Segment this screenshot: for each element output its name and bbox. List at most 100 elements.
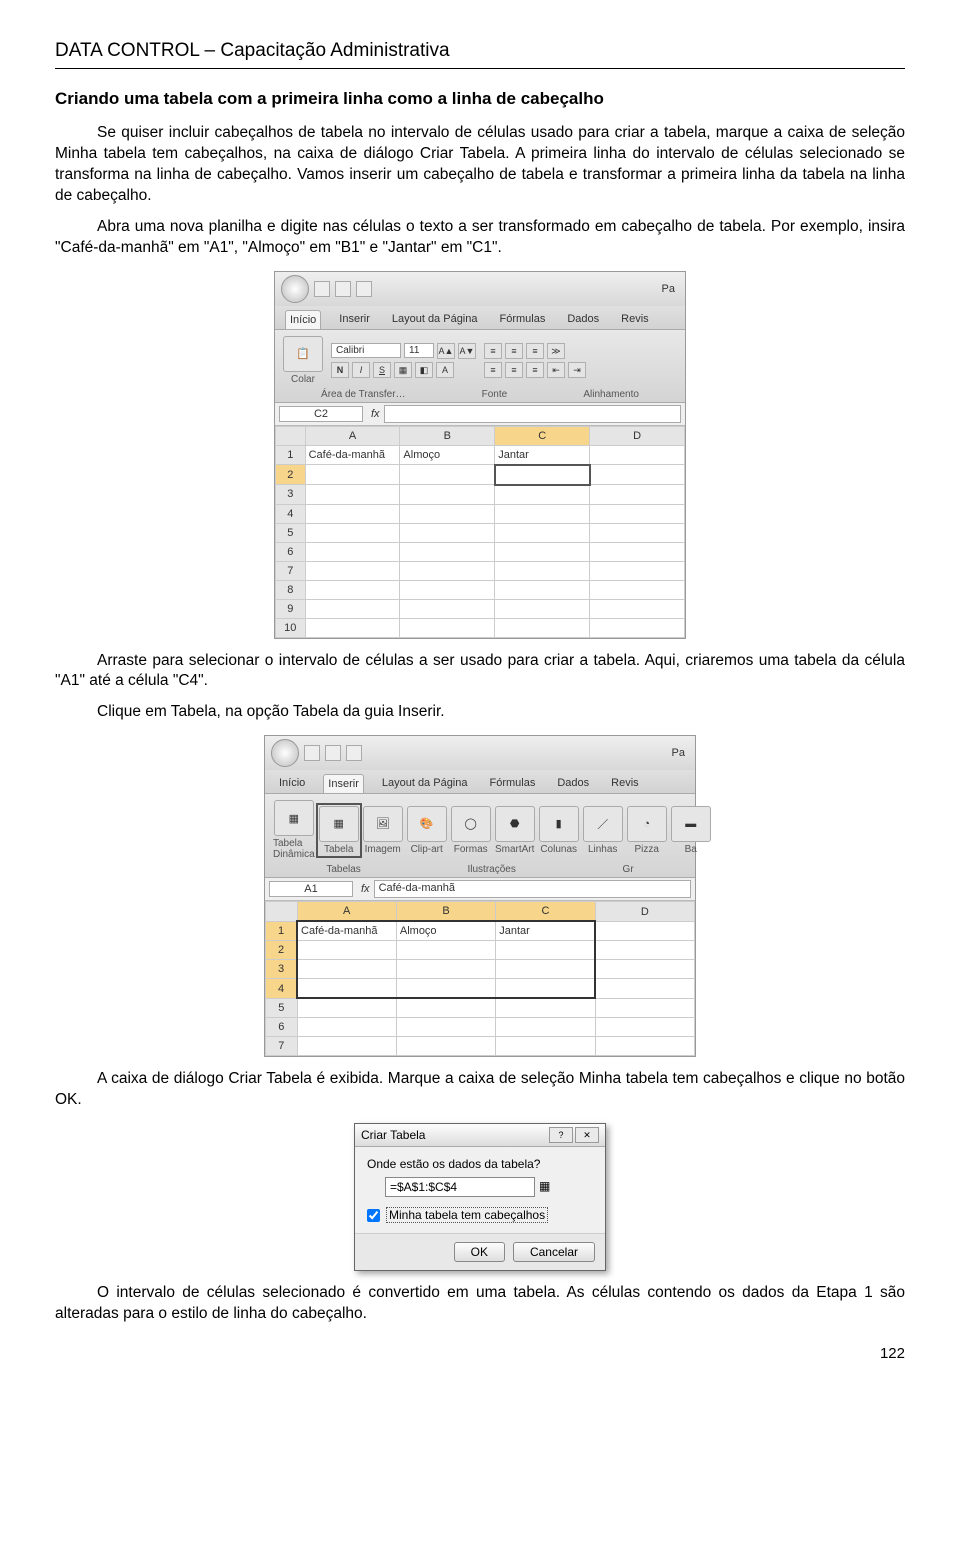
cell[interactable] <box>297 1018 396 1037</box>
bold-button[interactable]: N <box>331 362 349 378</box>
cell[interactable] <box>400 618 495 637</box>
cell[interactable] <box>496 1018 595 1037</box>
cell[interactable] <box>400 599 495 618</box>
qat-undo-icon[interactable] <box>325 745 341 761</box>
cell[interactable] <box>595 941 694 960</box>
col-header-b[interactable]: B <box>400 426 495 445</box>
qat-save-icon[interactable] <box>304 745 320 761</box>
cell-a1[interactable]: Café-da-manhã <box>297 921 396 941</box>
tab-revisao[interactable]: Revis <box>617 310 653 329</box>
row-header[interactable]: 2 <box>266 941 298 960</box>
indent-inc-icon[interactable]: ⇥ <box>568 362 586 378</box>
cell[interactable] <box>400 542 495 561</box>
help-button[interactable]: ? <box>549 1127 573 1143</box>
col-header-a[interactable]: A <box>297 902 396 922</box>
bar-chart-button[interactable]: ▬ <box>671 806 711 842</box>
row-header[interactable]: 4 <box>266 979 298 999</box>
tab-inserir[interactable]: Inserir <box>335 310 374 329</box>
cell[interactable] <box>495 618 590 637</box>
select-all-corner[interactable] <box>266 902 298 922</box>
cell[interactable] <box>297 979 396 999</box>
cell[interactable] <box>496 941 595 960</box>
row-header[interactable]: 2 <box>276 465 306 485</box>
col-header-c[interactable]: C <box>495 426 590 445</box>
row-header[interactable]: 8 <box>276 580 306 599</box>
qat-undo-icon[interactable] <box>335 281 351 297</box>
align-mid-icon[interactable]: ≡ <box>505 343 523 359</box>
col-header-d[interactable]: D <box>595 902 694 922</box>
cell-c1[interactable]: Jantar <box>496 921 595 941</box>
cell[interactable] <box>590 542 685 561</box>
qat-redo-icon[interactable] <box>356 281 372 297</box>
cell[interactable] <box>590 580 685 599</box>
underline-button[interactable]: S <box>373 362 391 378</box>
cell[interactable] <box>400 580 495 599</box>
cell-c2-active[interactable] <box>495 465 590 485</box>
tab-revisao[interactable]: Revis <box>607 774 643 793</box>
spreadsheet-grid[interactable]: A B C D 1 Café-da-manhã Almoço Jantar 2 … <box>265 901 695 1056</box>
row-header[interactable]: 5 <box>276 523 306 542</box>
row-header[interactable]: 3 <box>276 485 306 505</box>
indent-dec-icon[interactable]: ⇤ <box>547 362 565 378</box>
cell[interactable] <box>396 960 495 979</box>
ok-button[interactable]: OK <box>454 1242 505 1262</box>
cell[interactable] <box>305 504 400 523</box>
row-header[interactable]: 10 <box>276 618 306 637</box>
border-icon[interactable]: ▦ <box>394 362 412 378</box>
align-bot-icon[interactable]: ≡ <box>526 343 544 359</box>
col-header-a[interactable]: A <box>305 426 400 445</box>
tab-inserir[interactable]: Inserir <box>323 774 364 793</box>
align-top-icon[interactable]: ≡ <box>484 343 502 359</box>
fx-icon[interactable]: fx <box>367 408 384 420</box>
headers-checkbox-row[interactable]: Minha tabela tem cabeçalhos <box>367 1207 593 1223</box>
cell[interactable] <box>396 1018 495 1037</box>
cell-d1[interactable] <box>590 445 685 465</box>
col-header-b[interactable]: B <box>396 902 495 922</box>
row-header[interactable]: 9 <box>276 599 306 618</box>
line-chart-button[interactable]: ／ <box>583 806 623 842</box>
tab-dados[interactable]: Dados <box>553 774 593 793</box>
cell[interactable] <box>595 1018 694 1037</box>
cell[interactable] <box>595 1037 694 1056</box>
tab-layout[interactable]: Layout da Página <box>378 774 472 793</box>
cell[interactable] <box>590 561 685 580</box>
cell-b1[interactable]: Almoço <box>396 921 495 941</box>
range-picker-icon[interactable]: ▦ <box>539 1179 557 1195</box>
smartart-button[interactable]: ⬣ <box>495 806 535 842</box>
cell[interactable] <box>496 1037 595 1056</box>
row-header[interactable]: 5 <box>266 998 298 1018</box>
cell[interactable] <box>297 998 396 1018</box>
image-button[interactable]: 🖼 <box>363 806 403 842</box>
cell[interactable] <box>400 561 495 580</box>
close-icon[interactable]: ✕ <box>575 1127 599 1143</box>
align-left-icon[interactable]: ≡ <box>484 362 502 378</box>
cell[interactable] <box>595 979 694 999</box>
align-center-icon[interactable]: ≡ <box>505 362 523 378</box>
cell[interactable] <box>590 618 685 637</box>
cell[interactable] <box>590 485 685 505</box>
office-button-icon[interactable] <box>271 739 299 767</box>
table-button[interactable]: ▦ <box>319 806 359 842</box>
row-header[interactable]: 6 <box>276 542 306 561</box>
clipart-button[interactable]: 🎨 <box>407 806 447 842</box>
font-color-icon[interactable]: A <box>436 362 454 378</box>
paste-button[interactable]: 📋 <box>283 336 323 372</box>
cell[interactable] <box>305 599 400 618</box>
tab-layout[interactable]: Layout da Página <box>388 310 482 329</box>
cancel-button[interactable]: Cancelar <box>513 1242 595 1262</box>
cell[interactable] <box>495 542 590 561</box>
range-input[interactable]: =$A$1:$C$4 <box>385 1177 535 1197</box>
cell-b1[interactable]: Almoço <box>400 445 495 465</box>
cell[interactable] <box>297 941 396 960</box>
cell[interactable] <box>496 979 595 999</box>
cell[interactable] <box>396 998 495 1018</box>
select-all-corner[interactable] <box>276 426 306 445</box>
shapes-button[interactable]: ◯ <box>451 806 491 842</box>
wrap-icon[interactable]: ≫ <box>547 343 565 359</box>
cell[interactable] <box>496 998 595 1018</box>
cell[interactable] <box>495 504 590 523</box>
tab-inicio[interactable]: Início <box>275 774 309 793</box>
qat-save-icon[interactable] <box>314 281 330 297</box>
align-right-icon[interactable]: ≡ <box>526 362 544 378</box>
cell-c1[interactable]: Jantar <box>495 445 590 465</box>
